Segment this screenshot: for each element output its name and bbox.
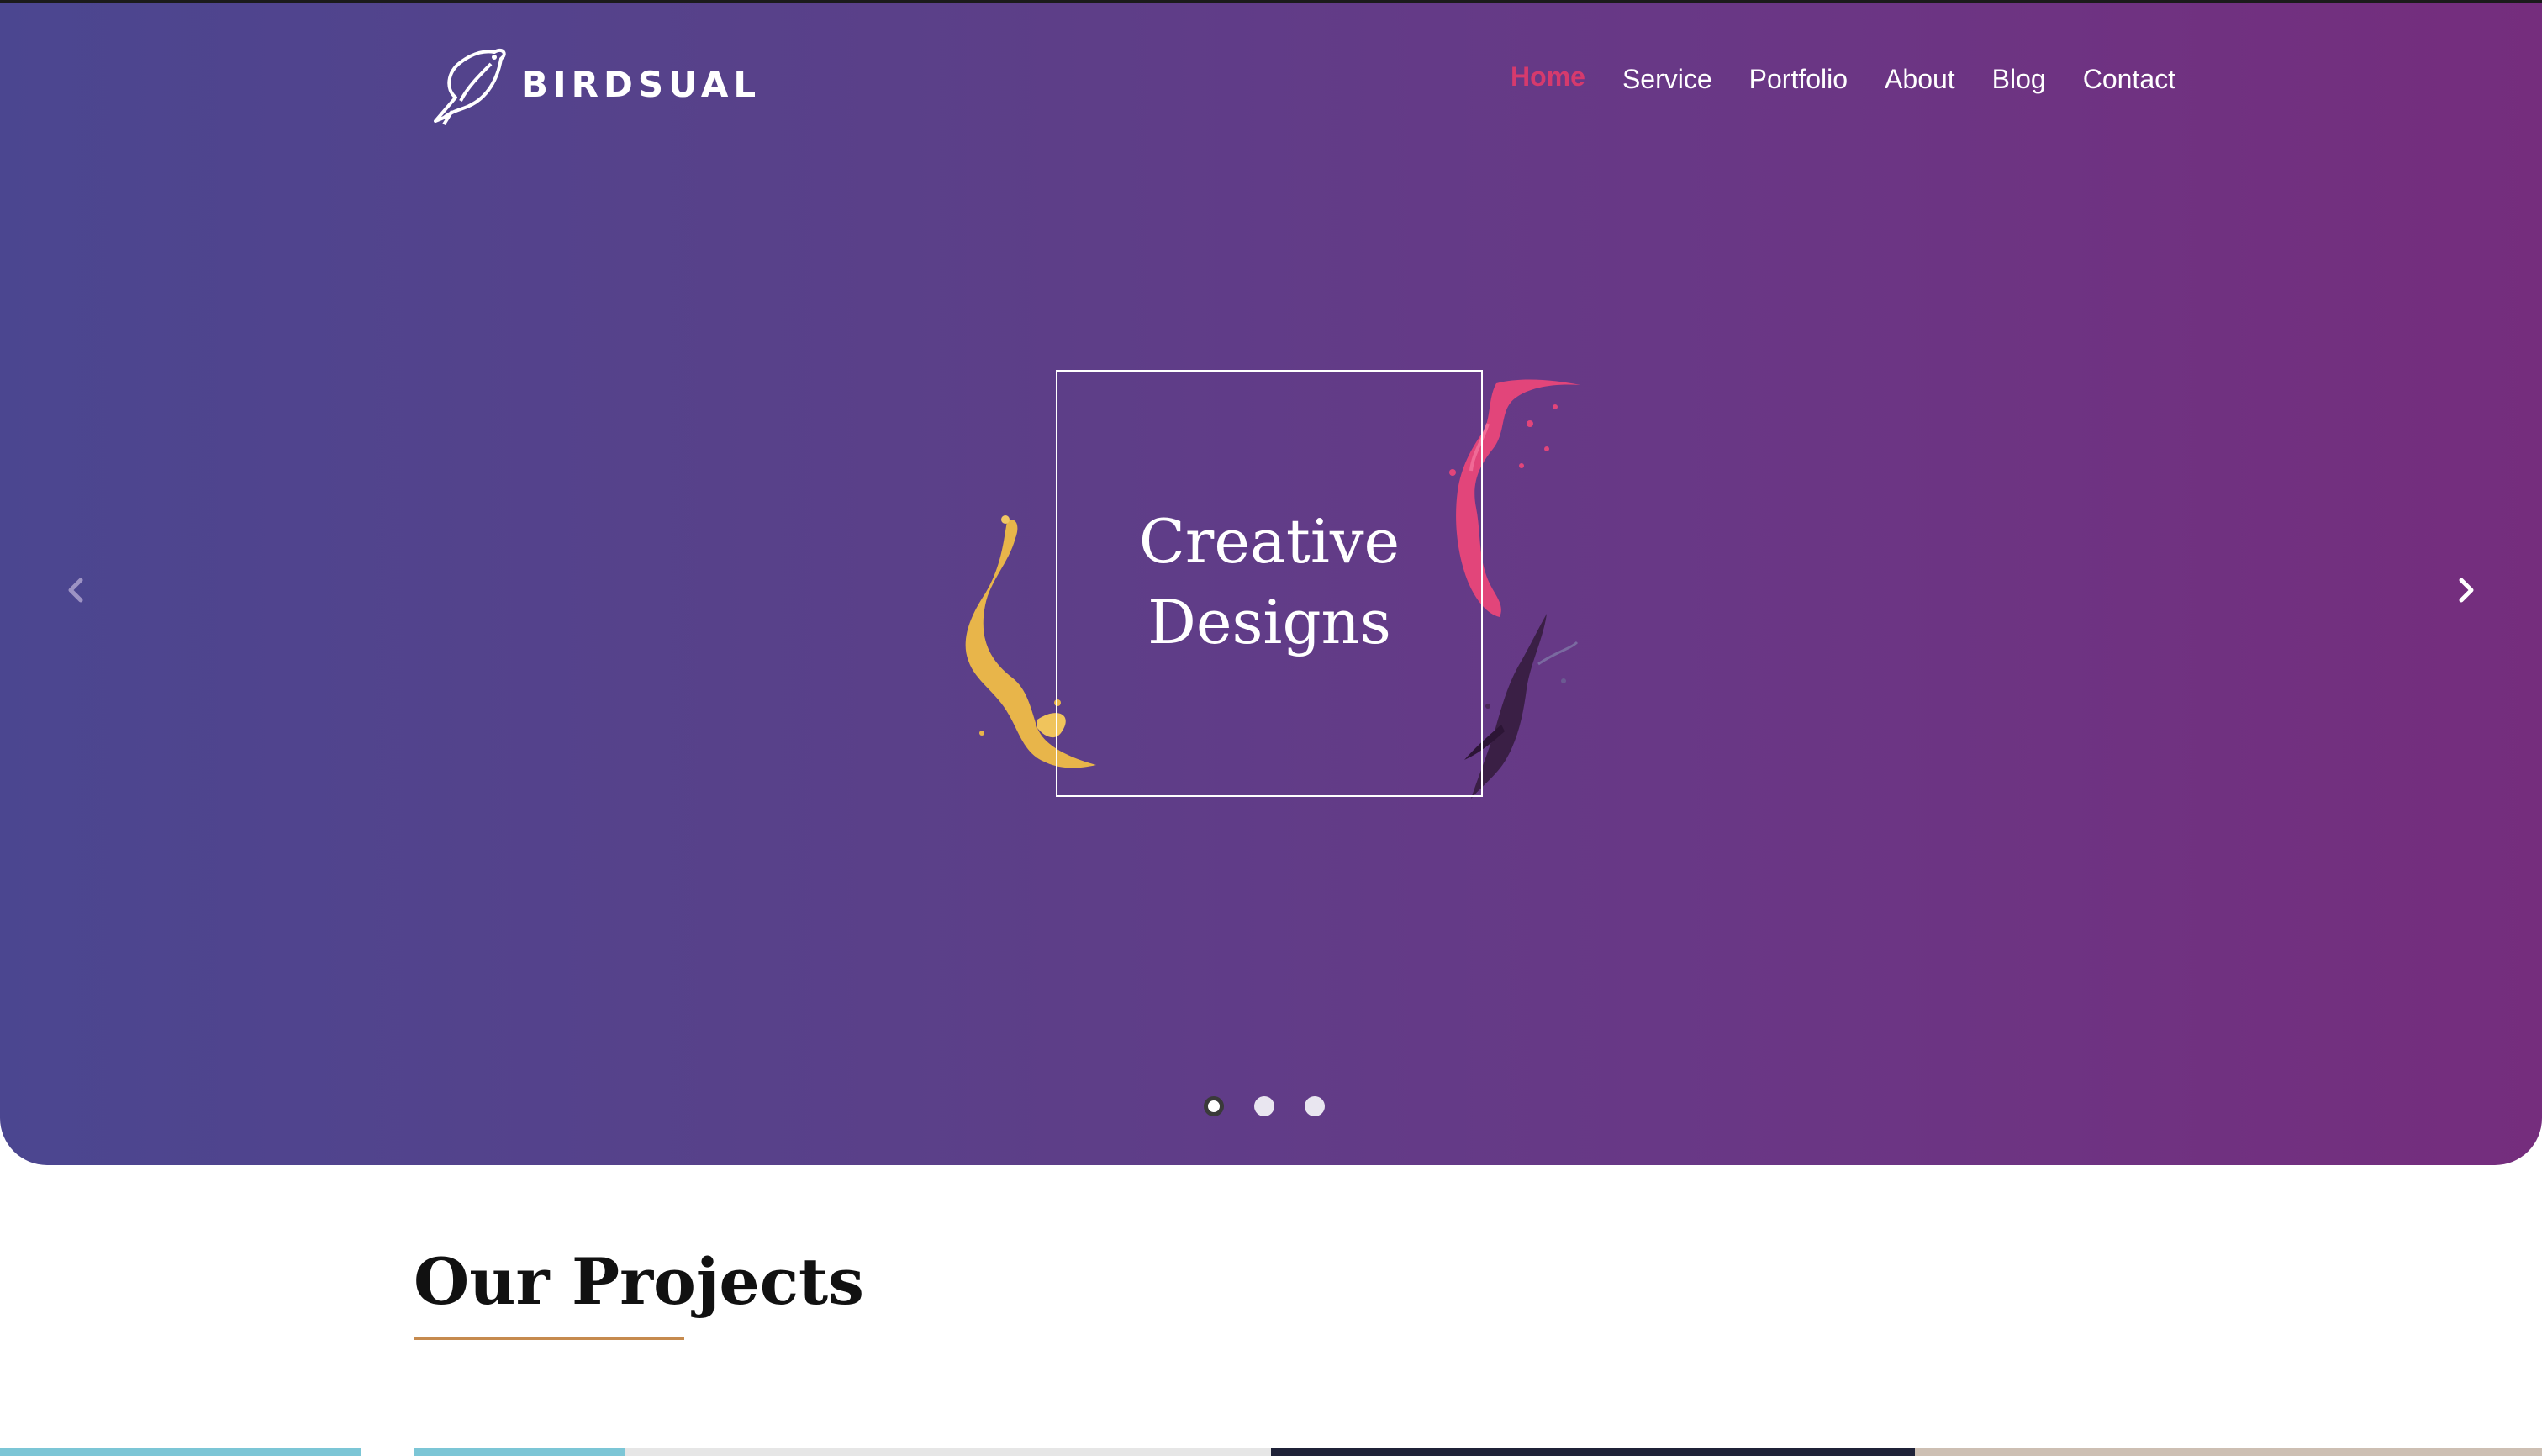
slider-dots bbox=[1204, 1096, 1325, 1116]
slider-dot-3[interactable] bbox=[1305, 1096, 1325, 1116]
slider-dot-2[interactable] bbox=[1254, 1096, 1274, 1116]
projects-section-title: Our Projects bbox=[414, 1244, 864, 1319]
slider-next-button[interactable] bbox=[2450, 575, 2483, 609]
hero-slider: BIRDSUAL Home Service Portfolio About Bl… bbox=[0, 3, 2542, 1165]
project-thumbnail-4[interactable] bbox=[1271, 1448, 1915, 1456]
hero-headline: Creative Designs bbox=[1056, 501, 1483, 662]
hero-headline-line2: Designs bbox=[1147, 587, 1391, 657]
nav-service[interactable]: Service bbox=[1622, 64, 1712, 95]
nav-portfolio[interactable]: Portfolio bbox=[1749, 64, 1848, 95]
projects-title-underline bbox=[414, 1337, 684, 1340]
hero-headline-line1: Creative bbox=[1138, 506, 1400, 577]
slider-prev-button[interactable] bbox=[59, 575, 92, 609]
bird-logo-icon bbox=[427, 39, 508, 130]
site-header: BIRDSUAL Home Service Portfolio About Bl… bbox=[0, 3, 2542, 138]
main-nav: Home Service Portfolio About Blog Contac… bbox=[1511, 61, 2175, 95]
brand-name: BIRDSUAL bbox=[521, 63, 762, 105]
chevron-left-icon bbox=[66, 577, 86, 608]
project-thumbnail-5[interactable] bbox=[1915, 1448, 2542, 1456]
project-thumbnail-1[interactable] bbox=[0, 1448, 361, 1456]
page: BIRDSUAL Home Service Portfolio About Bl… bbox=[0, 0, 2542, 1456]
nav-blog[interactable]: Blog bbox=[1992, 64, 2046, 95]
slider-dot-1[interactable] bbox=[1204, 1096, 1224, 1116]
brand-logo[interactable]: BIRDSUAL bbox=[427, 40, 761, 128]
nav-home[interactable]: Home bbox=[1511, 61, 1585, 92]
nav-about[interactable]: About bbox=[1885, 64, 1955, 95]
project-thumbnail-3[interactable] bbox=[625, 1448, 1271, 1456]
chevron-right-icon bbox=[2456, 577, 2476, 608]
project-thumbnail-2[interactable] bbox=[414, 1448, 625, 1456]
nav-contact[interactable]: Contact bbox=[2083, 64, 2175, 95]
